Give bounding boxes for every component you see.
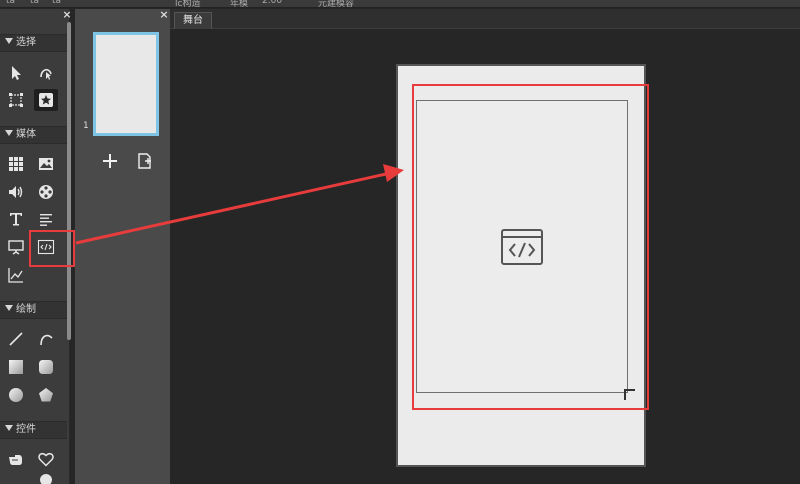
line-chart-icon — [8, 268, 23, 283]
page-duplicate-icon — [138, 153, 151, 169]
toolbar-fragment: ta — [30, 0, 40, 6]
align-lines-icon — [40, 214, 52, 226]
select-arrow-tool[interactable] — [4, 62, 28, 84]
heart-icon — [38, 452, 54, 467]
grid-icon — [9, 157, 23, 171]
like-tool[interactable] — [34, 448, 58, 470]
pentagon-icon — [39, 388, 53, 402]
timer-icon — [40, 474, 52, 484]
tool-panel-scrollbar[interactable] — [67, 22, 71, 340]
section-header-media[interactable]: 媒体 — [0, 126, 67, 144]
rounded-rect-tool[interactable] — [34, 356, 58, 378]
section-label: 控件 — [16, 424, 36, 435]
page-thumbnail[interactable] — [93, 32, 159, 136]
paragraph-tool[interactable] — [34, 208, 58, 230]
transform-tool[interactable] — [4, 89, 28, 111]
image-icon — [39, 158, 53, 170]
toolbar-fragment: 年模 — [230, 0, 249, 8]
rounded-square-icon — [39, 360, 53, 374]
circle-icon — [9, 388, 23, 402]
video-tool[interactable] — [34, 181, 58, 203]
collapse-triangle-icon — [5, 38, 13, 44]
hand-gesture-icon — [9, 455, 22, 465]
plus-icon — [103, 154, 117, 168]
toolbar-fragment: 元建模容 — [318, 0, 355, 8]
text-t-icon — [10, 213, 22, 226]
add-page-button[interactable] — [99, 150, 121, 172]
square-icon — [9, 360, 23, 374]
stage-tab-bar — [170, 9, 800, 29]
star-frame-icon — [39, 93, 53, 107]
section-label: 绘制 — [16, 304, 36, 315]
image-tool[interactable] — [34, 153, 58, 175]
chart-tool[interactable] — [4, 264, 28, 286]
duplicate-page-button[interactable] — [134, 150, 156, 172]
collapse-triangle-icon — [5, 130, 13, 136]
section-label: 选择 — [16, 37, 36, 48]
ellipse-tool[interactable] — [4, 384, 28, 406]
transform-box-icon — [9, 93, 23, 107]
tab-stage[interactable]: 舞台 — [174, 12, 212, 29]
presentation-board-icon — [8, 240, 24, 255]
curve-tool[interactable] — [34, 328, 58, 350]
toolbar-fragment: lc构造 — [175, 0, 201, 8]
page-number: 1 — [83, 121, 89, 131]
presentation-tool[interactable] — [4, 236, 28, 258]
partial-tool[interactable] — [34, 474, 58, 484]
pages-panel-close-button[interactable]: × — [159, 9, 169, 21]
rectangle-tool[interactable] — [4, 356, 28, 378]
curve-pointer-icon — [40, 68, 52, 80]
arc-curve-icon — [40, 334, 53, 346]
section-header-draw[interactable]: 绘制 — [0, 301, 67, 319]
pointer-arrow-icon — [12, 66, 21, 80]
text-tool[interactable] — [4, 208, 28, 230]
favorite-tool[interactable] — [34, 89, 58, 111]
path-select-tool[interactable] — [34, 62, 58, 84]
audio-tool[interactable] — [4, 181, 28, 203]
highlight-box-widget — [412, 84, 649, 410]
line-tool[interactable] — [4, 328, 28, 350]
collapse-triangle-icon — [5, 425, 13, 431]
section-header-select[interactable]: 选择 — [0, 34, 67, 52]
film-reel-icon — [39, 185, 53, 199]
section-label: 媒体 — [16, 129, 36, 140]
speaker-icon — [9, 186, 23, 198]
collapse-triangle-icon — [5, 305, 13, 311]
section-header-controls[interactable]: 控件 — [0, 421, 67, 439]
highlight-box-tool — [29, 230, 75, 267]
toolbar-fragment: ta — [52, 0, 62, 6]
top-toolbar: ta ta ta lc构造 年模 2.00 元建模容 — [0, 0, 800, 8]
diagonal-line-icon — [9, 332, 23, 346]
toolbar-fragment: 2.00 — [262, 0, 283, 6]
polygon-tool[interactable] — [34, 384, 58, 406]
grid-tool[interactable] — [4, 153, 28, 175]
toolbar-fragment: ta — [6, 0, 16, 6]
gesture-tool[interactable] — [4, 448, 28, 470]
tool-panel-close-button[interactable]: × — [62, 9, 72, 21]
